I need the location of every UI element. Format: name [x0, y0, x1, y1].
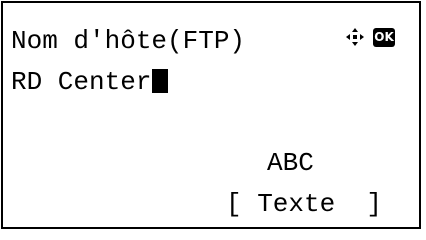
input-mode-indicator: ABC	[267, 148, 314, 178]
lcd-panel: Nom d'hôte(FTP) OK RD Center ABC [ Texte…	[1, 1, 421, 229]
four-way-arrow-icon	[346, 28, 364, 46]
hostname-input[interactable]: RD Center	[11, 67, 169, 97]
screen-title: Nom d'hôte(FTP)	[11, 26, 246, 56]
text-cursor	[152, 69, 169, 93]
ok-icon: OK	[373, 28, 395, 47]
hostname-value: RD Center	[11, 67, 152, 97]
softkey-texte[interactable]: [ Texte ]	[226, 191, 382, 217]
